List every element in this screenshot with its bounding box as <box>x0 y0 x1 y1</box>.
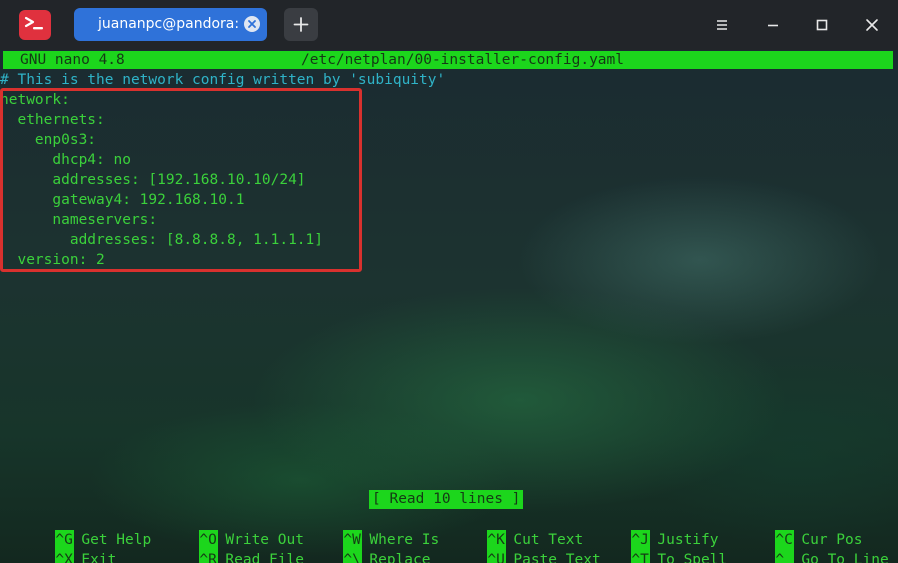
tab-title: juananpc@pandora: ~ <box>98 16 256 32</box>
shortcut-where-is[interactable]: ^W Where Is <box>291 510 439 550</box>
shortcut-label: To Spell <box>657 552 728 563</box>
shortcut-get-help[interactable]: ^G Get Help <box>3 510 151 550</box>
shortcut-read-file[interactable]: ^R Read File <box>147 530 304 563</box>
terminal-window: juananpc@pandora: ~ GNU nano 4.8 /etc/ne… <box>0 0 898 563</box>
shortcut-label: Exit <box>81 552 117 563</box>
shortcut-key: ^_ <box>775 550 795 563</box>
shortcut-key: ^U <box>487 550 507 563</box>
shortcut-replace[interactable]: ^\ Replace <box>291 530 431 563</box>
shortcut-key: ^\ <box>343 550 363 563</box>
close-icon[interactable] <box>861 14 883 36</box>
shortcut-justify[interactable]: ^J Justify <box>579 510 719 550</box>
shortcut-to-spell[interactable]: ^T To Spell <box>579 530 727 563</box>
shortcut-cut-text[interactable]: ^K Cut Text <box>435 510 583 550</box>
hamburger-menu-icon[interactable] <box>711 14 733 36</box>
title-bar: juananpc@pandora: ~ <box>0 0 898 50</box>
editor-line[interactable]: # This is the network config written by … <box>0 70 445 90</box>
shortcut-key: ^T <box>631 550 651 563</box>
terminal-icon[interactable] <box>19 10 51 40</box>
terminal-area[interactable]: GNU nano 4.8 /etc/netplan/00-installer-c… <box>0 50 898 563</box>
shortcut-cur-pos[interactable]: ^C Cur Pos <box>723 510 863 550</box>
shortcut-key: ^R <box>199 550 219 563</box>
nano-header: GNU nano 4.8 /etc/netplan/00-installer-c… <box>3 51 893 69</box>
maximize-icon[interactable] <box>811 14 833 36</box>
new-tab-button[interactable] <box>284 8 318 41</box>
file-path: /etc/netplan/00-installer-config.yaml <box>301 52 625 68</box>
plus-icon <box>293 17 309 32</box>
tab-terminal[interactable]: juananpc@pandora: ~ <box>74 8 267 41</box>
shortcut-label: Replace <box>369 552 431 563</box>
shortcut-key: ^X <box>55 550 75 563</box>
nano-version: GNU nano 4.8 <box>20 52 125 68</box>
shortcut-go-to-line[interactable]: ^_ Go To Line <box>723 530 889 563</box>
shortcut-paste-text[interactable]: ^U Paste Text <box>435 530 601 563</box>
minimize-icon[interactable] <box>762 14 784 36</box>
highlight-box <box>0 88 362 272</box>
shortcut-write-out[interactable]: ^O Write Out <box>147 510 304 550</box>
tab-close-icon[interactable] <box>244 16 260 32</box>
shortcut-label: Go To Line <box>801 552 889 563</box>
shortcut-exit[interactable]: ^X Exit <box>3 530 116 563</box>
status-message: [ Read 10 lines ] <box>369 490 524 509</box>
